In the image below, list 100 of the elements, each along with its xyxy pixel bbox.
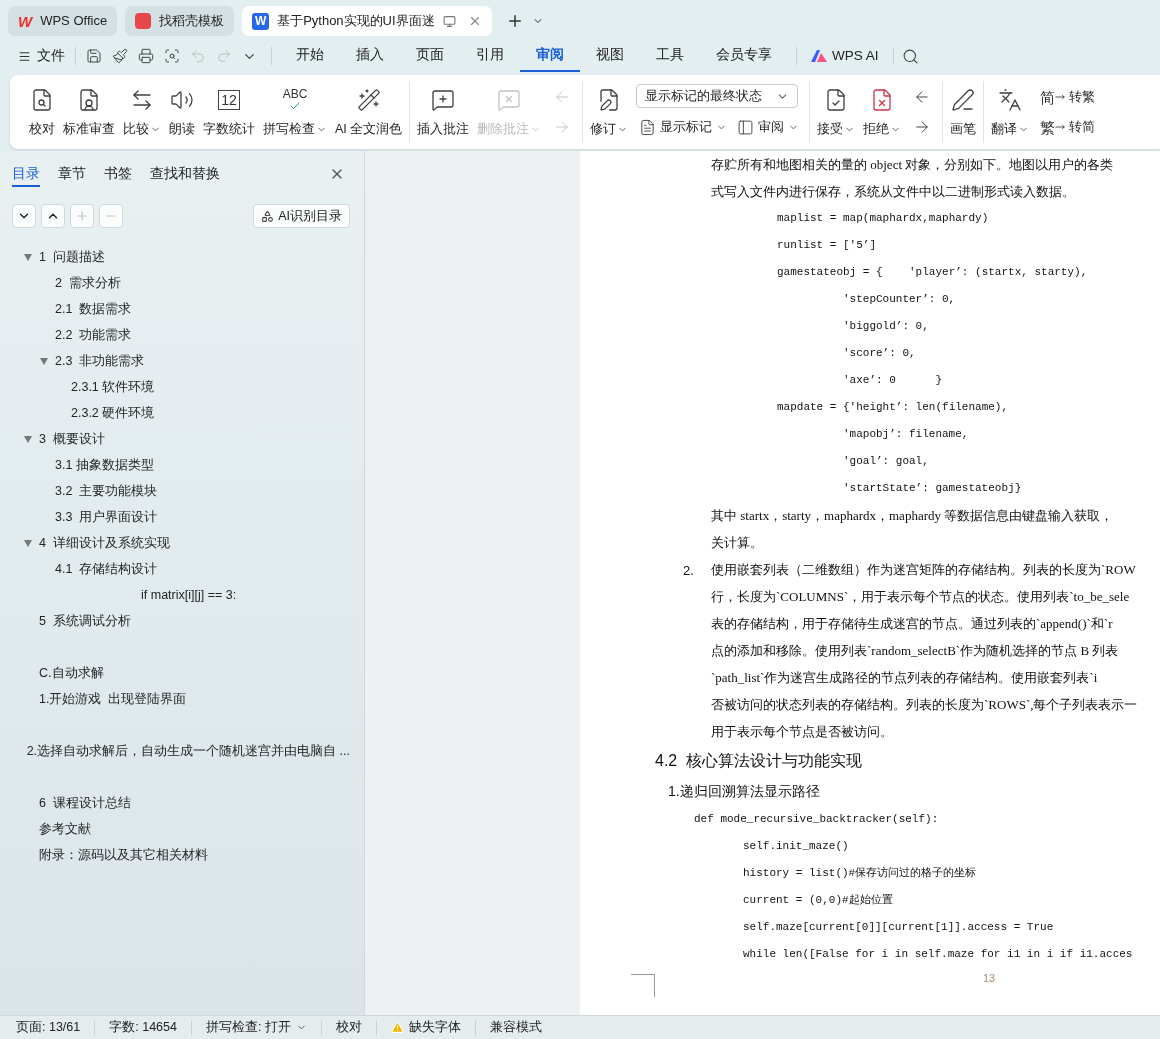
status-item[interactable]: 兼容模式 [475,1018,556,1037]
code-line: 'axe’: 0 } [843,373,943,389]
outline-item[interactable]: 2.3.1 软件环境 [71,377,155,397]
outline-item[interactable]: 2 需求分析 [55,273,121,293]
file-menu[interactable]: 文件 [18,45,65,67]
ribbon-button[interactable]: 翻译 [988,79,1033,145]
print-preview-icon[interactable] [164,48,180,64]
subsection-heading: 1.递归回溯算法显示路径 [668,781,820,801]
outline-item[interactable]: 6 课程设计总结 [39,793,131,813]
paragraph-line: 使用嵌套列表（二维数组）作为迷宫矩阵的存储结构。列表的长度为`ROW [711,560,1136,579]
paragraph-line: 行，长度为`COLUMNS`，用于表示每个节点的状态。使用列表`to_be_sele [711,587,1130,606]
ribbon-button[interactable]: 修订 [587,79,632,145]
code-line: 'startState’: gamestateobj} [843,481,1022,497]
comment-delete-icon [497,88,522,112]
ribbon-button[interactable]: 校对 [26,79,58,145]
menu-tab[interactable]: 插入 [340,40,400,72]
ribbon-button[interactable]: 显示标记 [636,114,731,140]
ribbon-button[interactable]: 简 转繁 [1037,84,1099,110]
ribbon-button[interactable]: AI 全文润色 [332,79,406,145]
ribbon-button[interactable]: 插入批注 [414,79,473,145]
collapse-button[interactable] [12,204,36,228]
expand-arrow-icon[interactable] [24,435,32,443]
magic-wand-icon [356,88,381,112]
ribbon-button[interactable]: 繁 转简 [1037,114,1099,140]
translate-icon [998,88,1023,112]
ribbon-button[interactable]: 朗读 [166,79,198,145]
outline-item[interactable]: 2.3 非功能需求 [55,351,145,371]
outline-item[interactable]: 2.1 数据需求 [55,299,132,319]
page-corner-mark [631,974,655,997]
expand-button[interactable] [41,204,65,228]
status-item[interactable]: 拼写检查: 打开 [191,1018,321,1037]
ribbon-button[interactable]: 比较 [120,79,164,145]
menu-tab[interactable]: 会员专享 [700,40,788,72]
menu-tab[interactable]: 页面 [400,40,460,72]
outline-item[interactable]: 3.3 用户界面设计 [55,507,158,527]
paragraph-line: 其中 startx，starty，maphardx，maphardy 等数据信息由键盘输入获取， [711,506,1114,525]
outline-item[interactable]: 4 详细设计及系统实现 [39,533,170,553]
paragraph-line: 点的添加和移除。使用列表`random_selectB`作为随机选择的节点 B 列表 [711,641,1119,660]
status-item[interactable]: 字数: 14654 [95,1018,191,1037]
menu-tab[interactable]: 审阅 [520,40,580,72]
ribbon-button[interactable]: 标准审查 [60,79,118,145]
outline-item[interactable]: 5 系统调试分析 [39,611,131,631]
outline-item[interactable]: 3.1 抽象数据类型 [55,455,154,475]
menu-tab[interactable]: 视图 [580,40,640,72]
outline-item[interactable]: 1 问题描述 [39,247,105,267]
outline-item[interactable]: 2.选择自动求解后，自动生成一个随机迷宫并由电脑自 ... [26,741,350,761]
outline-item[interactable]: 4.1 存储结构设计 [55,559,158,579]
sidebar-tab[interactable]: 目录 [12,161,40,187]
ribbon-button[interactable]: 接受 [814,79,859,145]
ai-logo-icon [811,50,827,62]
expand-arrow-icon[interactable] [24,253,32,261]
code-line: 'biggold’: 0, [843,319,929,335]
outline-item[interactable]: 3.2 主要功能模块 [55,481,158,501]
outline-item[interactable]: C.自动求解 [39,663,104,683]
outline-item[interactable]: 2.3.2 硬件环境 [71,403,155,423]
ribbon-button[interactable]: 审阅 [734,114,803,140]
sidebar-tab[interactable]: 书签 [104,161,132,187]
outline-item[interactable]: 附录：源码以及其它相关材料 [39,845,208,865]
app-tab[interactable]: W 基于Python实现的UI界面迷 [242,6,492,36]
code-line: 'mapobj’: filename, [843,427,969,443]
outline-item[interactable]: 3 概要设计 [39,429,105,449]
status-item[interactable]: 校对 [321,1018,376,1037]
ribbon-button[interactable]: 12 字数统计 [200,79,258,145]
code-line: 'score’: 0, [843,346,916,362]
app-tab[interactable]: W WPS Office [8,6,118,36]
outline-item[interactable]: 参考文献 [39,819,91,839]
ai-outline-button[interactable]: AI识别目录 [253,204,350,228]
ribbon-button[interactable]: 画笔 [947,79,980,145]
status-item[interactable]: 页面: 13/61 [2,1018,95,1037]
page-number: 13 [983,971,996,986]
menu-tab[interactable]: 工具 [640,40,700,72]
app-tab[interactable]: 找稻壳模板 [125,6,235,36]
paragraph-line: 式写入文件内进行保存，系统从文件中以二进制形式读入数据。 [711,182,1075,201]
expand-arrow-icon[interactable] [24,539,32,547]
outline-item[interactable]: 2.2 功能需求 [55,325,132,345]
status-item[interactable]: 缺失字体 [376,1018,475,1037]
search-icon[interactable] [901,47,919,65]
code-line: self.init_maze() [743,839,849,855]
sidebar-tab[interactable]: 查找和替换 [150,161,220,187]
number-box-icon: 12 [218,90,240,110]
ribbon-button[interactable]: ABC 拼写检查 [260,79,330,145]
ribbon-button[interactable]: 拒绝 [860,79,905,145]
paragraph-line: 关计算。 [711,533,763,552]
printer-icon[interactable] [138,48,154,64]
save-icon[interactable] [86,48,102,64]
tab-title: 找稻壳模板 [159,12,225,31]
display-mode-select[interactable]: 显示标记的最终状态 [636,84,799,108]
menu-tab[interactable]: 开始 [280,40,340,72]
sidebar-tab[interactable]: 章节 [58,161,86,187]
code-line: self.maze[current[0]][current[1]].access = True [743,920,1054,936]
wps-ai-button[interactable]: WPS AI [805,45,885,67]
expand-arrow-icon[interactable] [40,357,48,365]
outline-item[interactable]: 1.开始游戏 出现登陆界面 [39,689,187,709]
paragraph-line: `path_list`作为迷宫生成路径的节点列表的存储结构。使用嵌套列表`i [711,668,1098,687]
code-line: maplist = map(maphardx,maphardy) [777,211,989,227]
outline-item[interactable]: if matrix[i][j] == 3: [141,585,237,605]
brush-icon[interactable] [112,48,128,64]
code-line: history = list()#保存访问过的格子的坐标 [743,866,977,882]
menu-tab[interactable]: 引用 [460,40,520,72]
code-line: gamestateobj = { 'player’: (startx, starty), [777,265,1088,281]
